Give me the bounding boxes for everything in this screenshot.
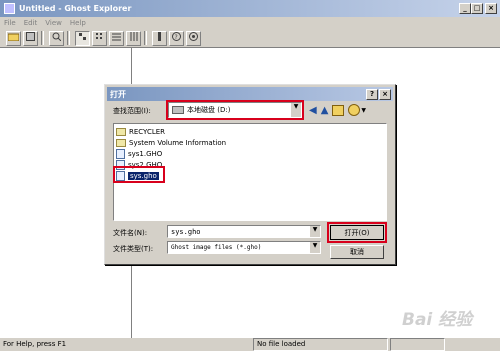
- folder-icon: [116, 127, 126, 136]
- list-item[interactable]: sys1.GHO: [114, 148, 386, 159]
- drive-icon: [172, 106, 184, 114]
- about-icon[interactable]: [186, 30, 201, 46]
- maximize-button[interactable]: □: [471, 3, 483, 14]
- status-bar: For Help, press F1 No file loaded: [0, 338, 500, 351]
- back-icon[interactable]: ◀: [309, 105, 317, 116]
- list-item[interactable]: RECYCLER: [114, 126, 386, 137]
- filetype-label: 文件类型(T):: [113, 245, 154, 253]
- look-in-value: 本地磁盘 (D:): [187, 106, 231, 114]
- dialog-help-button[interactable]: ?: [366, 88, 378, 100]
- menu-help[interactable]: Help: [70, 19, 86, 27]
- svg-text:?: ?: [175, 34, 178, 41]
- file-name: RECYCLER: [129, 127, 166, 136]
- file-name: sys1.GHO: [128, 149, 163, 158]
- toolbar-separator: [67, 31, 70, 45]
- chevron-down-icon[interactable]: ▼: [309, 226, 320, 237]
- status-help-text: For Help, press F1: [3, 340, 67, 348]
- open-button[interactable]: 打开(O): [330, 225, 384, 240]
- dialog-title: 打开: [110, 89, 126, 99]
- toolbar-separator: [41, 31, 44, 45]
- look-in-label: 查找范围(I):: [113, 107, 151, 115]
- status-extra: [390, 338, 445, 351]
- list-item[interactable]: System Volume Information: [114, 137, 386, 148]
- chevron-down-icon[interactable]: ▼: [309, 242, 320, 253]
- toolbar: ?: [0, 29, 500, 48]
- minimize-button[interactable]: _: [459, 3, 471, 14]
- filename-input[interactable]: sys.gho ▼: [167, 225, 321, 238]
- file-name: System Volume Information: [129, 138, 227, 147]
- menu-view[interactable]: View: [45, 19, 62, 27]
- dialog-close-button[interactable]: ×: [379, 88, 391, 100]
- folder-icon: [116, 138, 126, 147]
- dialog-titlebar: 打开 ? ×: [107, 87, 393, 101]
- filetype-value: Ghost image files (*.gho): [171, 244, 262, 251]
- ghost-file-icon: [116, 148, 125, 159]
- up-folder-icon[interactable]: ▲: [321, 105, 329, 116]
- save-icon[interactable]: [23, 30, 38, 46]
- filename-value: sys.gho: [171, 227, 201, 236]
- nav-toolbar: ◀ ▲ ▼: [309, 104, 366, 116]
- app-icon: [4, 3, 15, 14]
- view-menu-icon[interactable]: [348, 104, 361, 116]
- status-file-state: No file loaded: [253, 338, 388, 351]
- properties-icon[interactable]: [152, 30, 167, 46]
- large-icons-icon[interactable]: [75, 30, 90, 46]
- filetype-select[interactable]: Ghost image files (*.gho) ▼: [167, 241, 321, 254]
- selected-file-highlight: [113, 166, 165, 183]
- list-icon[interactable]: [109, 30, 124, 46]
- new-folder-icon[interactable]: [332, 104, 345, 116]
- window-titlebar: Untitled - Ghost Explorer _ □ ×: [0, 0, 500, 17]
- look-in-combobox[interactable]: 本地磁盘 (D:) ▼: [168, 102, 302, 118]
- cancel-button-label: 取消: [350, 248, 364, 256]
- filename-label: 文件名(N):: [113, 229, 148, 237]
- window-title: Untitled - Ghost Explorer: [19, 4, 132, 13]
- cancel-button[interactable]: 取消: [330, 245, 384, 259]
- find-icon[interactable]: [49, 30, 64, 46]
- small-icons-icon[interactable]: [92, 30, 107, 46]
- details-icon[interactable]: [126, 30, 141, 46]
- close-button[interactable]: ×: [485, 3, 497, 14]
- toolbar-separator: [144, 31, 147, 45]
- chevron-down-icon[interactable]: ▼: [361, 107, 366, 114]
- watermark: Bai 经验: [402, 310, 473, 330]
- open-folder-icon[interactable]: [6, 30, 21, 46]
- chevron-down-icon[interactable]: ▼: [290, 103, 301, 117]
- open-button-label: 打开(O): [344, 228, 370, 237]
- help-icon[interactable]: ?: [169, 30, 184, 46]
- menu-bar: File Edit View Help: [0, 17, 500, 29]
- open-dialog: 打开 ? × 查找范围(I): 本地磁盘 (D:) ▼ ◀ ▲ ▼ RECYCL…: [104, 84, 396, 265]
- menu-edit[interactable]: Edit: [24, 19, 38, 27]
- menu-file[interactable]: File: [4, 19, 16, 27]
